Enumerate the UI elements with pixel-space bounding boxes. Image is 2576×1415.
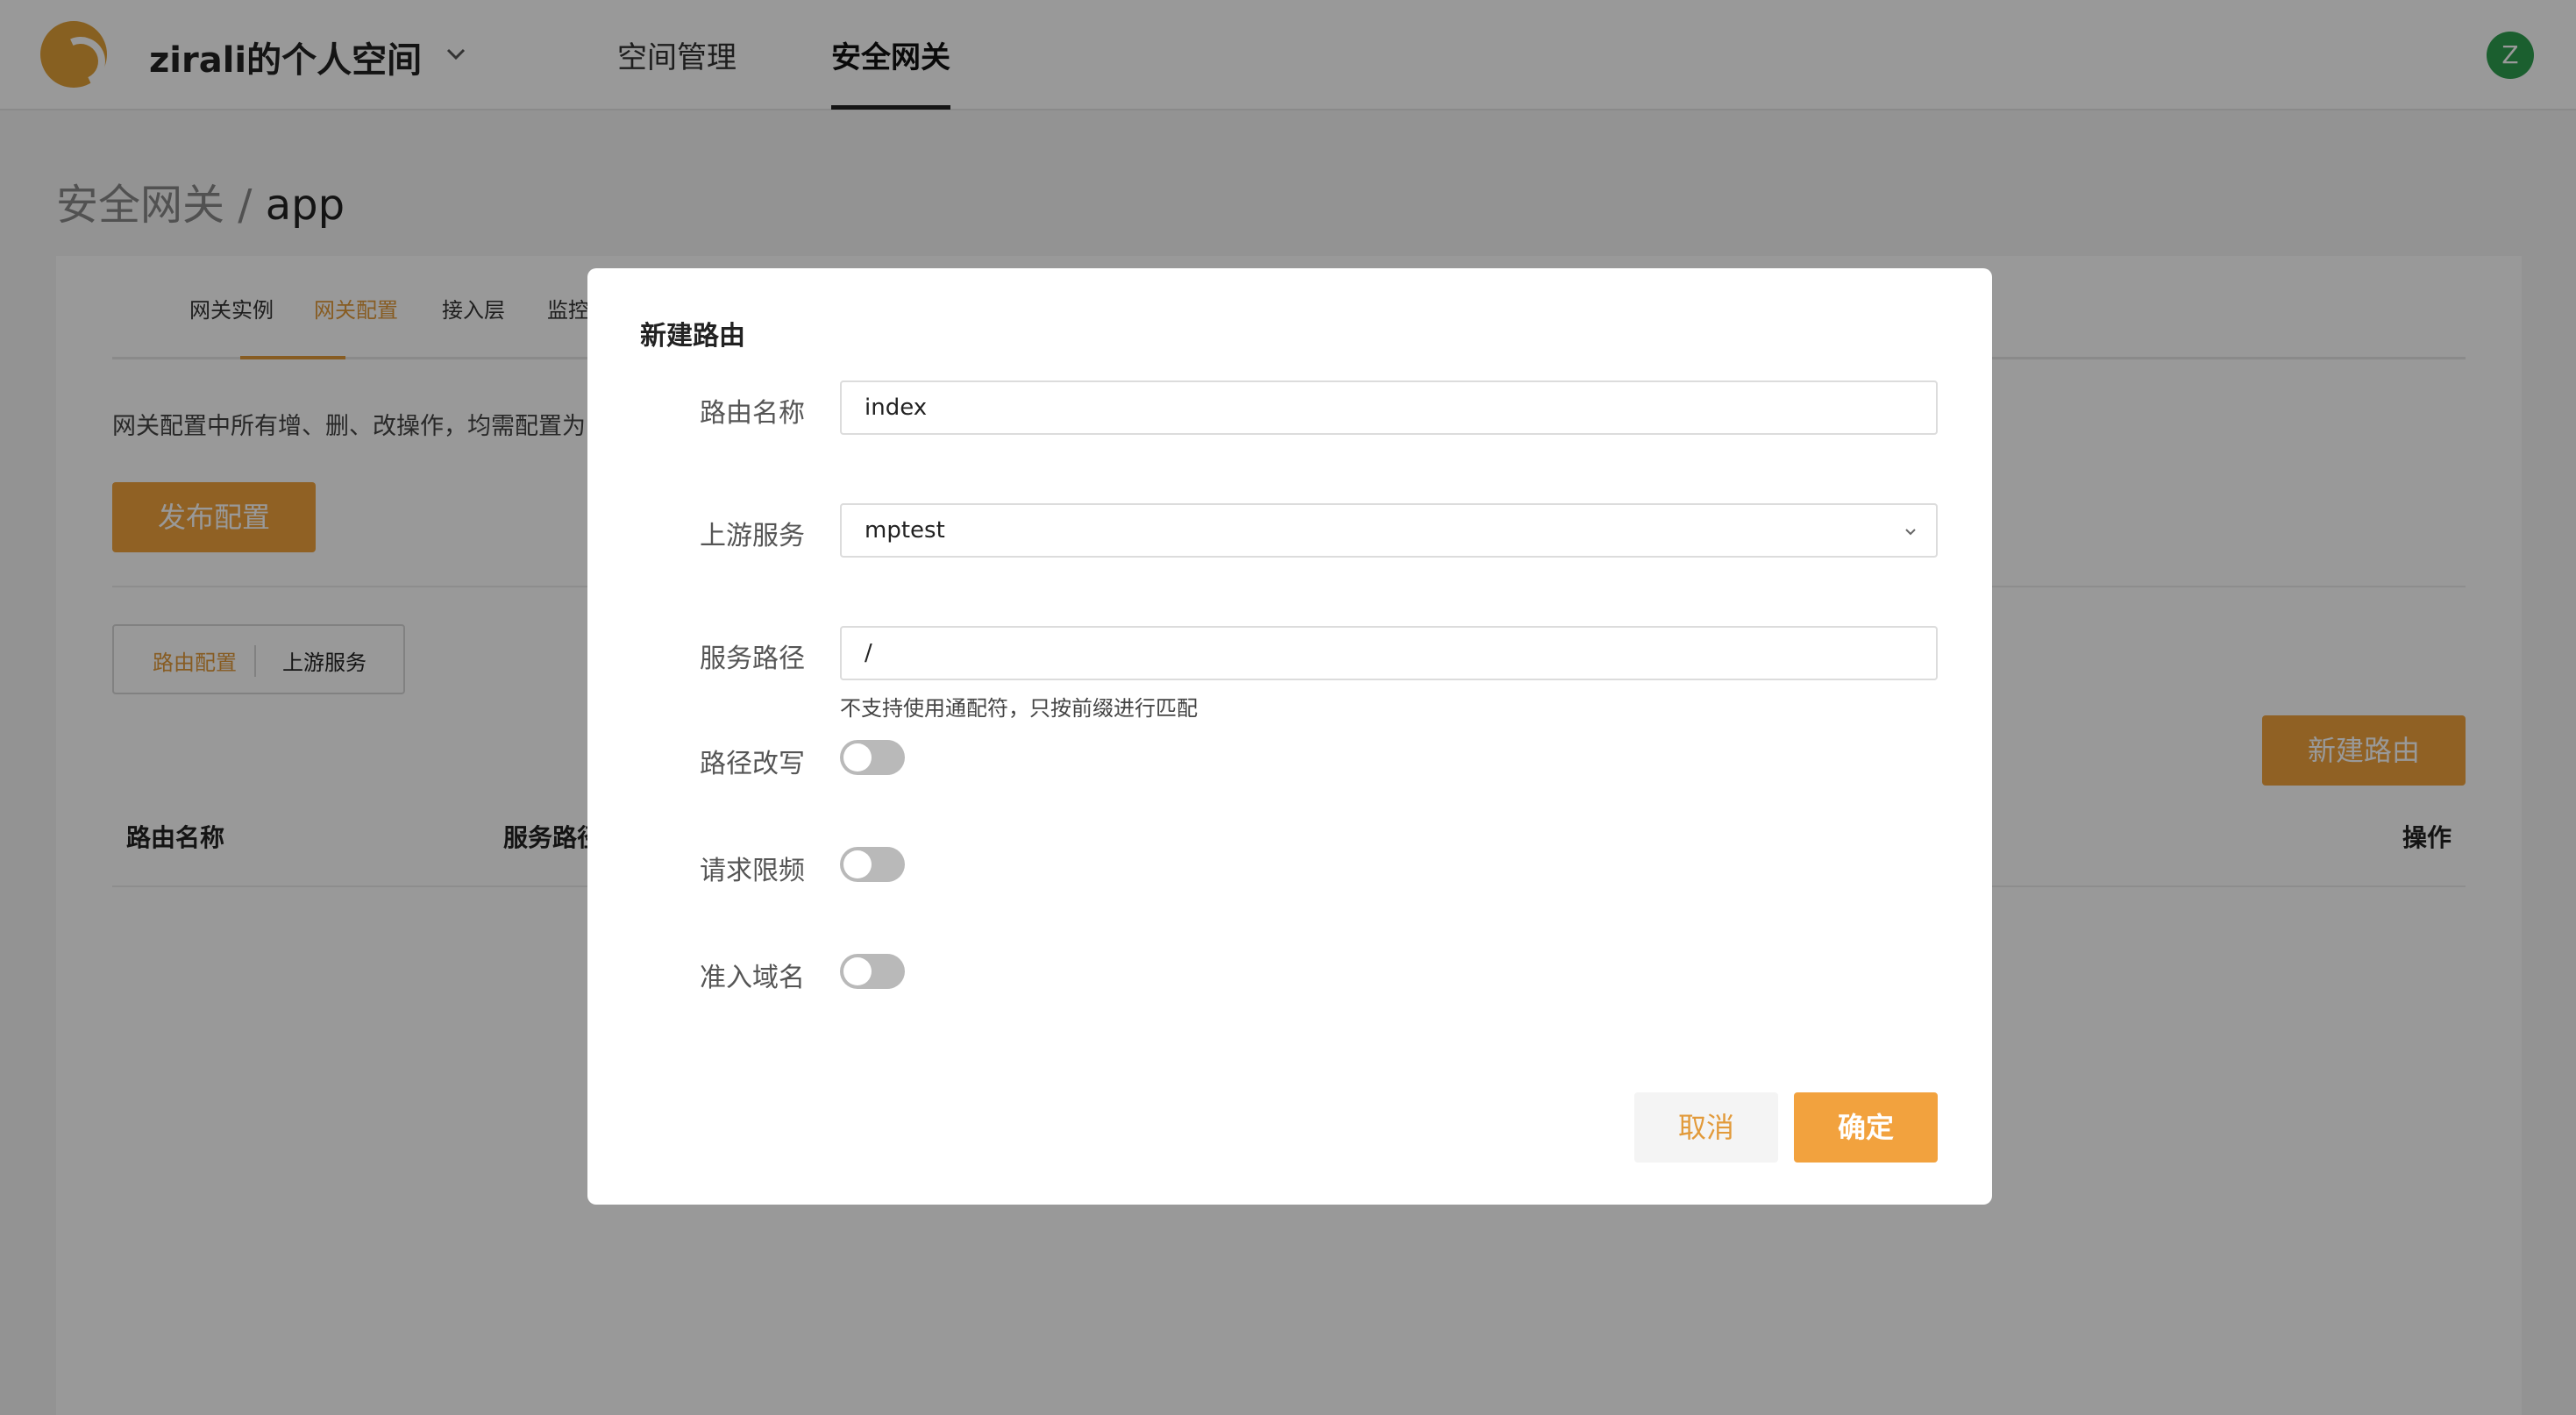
domains-label: 准入域名 [700, 963, 805, 993]
path-input[interactable]: / [840, 626, 1938, 680]
rewrite-toggle[interactable] [840, 740, 905, 775]
rate-limit-toggle[interactable] [840, 847, 905, 882]
path-help-text: 不支持使用通配符，只按前缀进行匹配 [840, 696, 1198, 721]
upstream-select[interactable]: mptest [840, 503, 1938, 558]
domains-toggle[interactable] [840, 954, 905, 989]
rewrite-label: 路径改写 [700, 749, 805, 779]
route-name-input[interactable]: index [840, 380, 1938, 435]
upstream-label: 上游服务 [700, 521, 805, 551]
new-route-dialog: 新建路由 路由名称 index 上游服务 mptest 服务路径 / 不支持使用… [587, 268, 1992, 1205]
toggle-knob [843, 957, 872, 985]
toggle-knob [843, 743, 872, 771]
cancel-button[interactable]: 取消 [1634, 1092, 1778, 1163]
chevron-down-icon [1905, 529, 1916, 536]
path-label: 服务路径 [700, 644, 805, 674]
toggle-knob [843, 850, 872, 878]
dialog-title: 新建路由 [640, 321, 745, 352]
route-name-label: 路由名称 [700, 398, 805, 429]
confirm-button[interactable]: 确定 [1794, 1092, 1938, 1163]
upstream-selected-value: mptest [865, 517, 945, 544]
rate-limit-label: 请求限频 [700, 856, 805, 886]
